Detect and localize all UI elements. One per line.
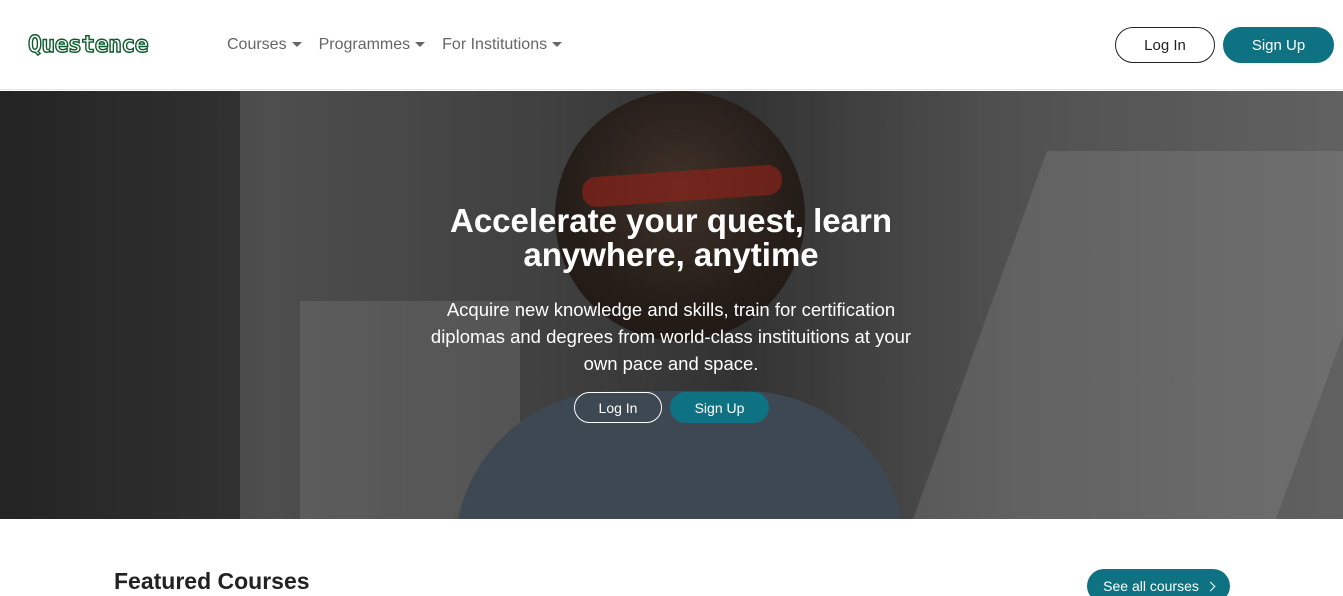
login-button[interactable]: Log In: [1115, 27, 1215, 63]
hero-title: Accelerate your quest, learn anywhere, a…: [449, 202, 893, 273]
nav-programmes-label: Programmes: [318, 36, 411, 53]
hero-subtitle: Acquire new knowledge and skills, train …: [430, 299, 912, 374]
caret-down-icon: [415, 41, 426, 47]
nav-programmes-dropdown[interactable]: Programmes: [319, 34, 426, 56]
chevron-right-icon: [1205, 581, 1216, 591]
nav-institutions-dropdown[interactable]: For Institutions: [442, 34, 563, 56]
see-all-courses-button[interactable]: See all courses: [1087, 569, 1230, 596]
caret-down-icon: [552, 41, 563, 47]
main-nav: Courses Programmes For Institutions: [227, 34, 563, 56]
top-navbar: Questence Courses Programmes For Institu…: [0, 0, 1343, 90]
see-all-courses-label: See all courses: [1103, 578, 1199, 594]
hero-signup-button[interactable]: Sign Up: [670, 392, 769, 423]
hero-banner: Accelerate your quest, learn anywhere, a…: [0, 91, 1343, 519]
nav-courses-label: Courses: [227, 36, 287, 53]
questence-logo[interactable]: Questence: [27, 31, 149, 59]
nav-courses-dropdown[interactable]: Courses: [227, 34, 302, 56]
hero-login-button[interactable]: Log In: [574, 392, 662, 423]
caret-down-icon: [291, 41, 302, 47]
signup-button[interactable]: Sign Up: [1223, 27, 1334, 63]
nav-institutions-label: For Institutions: [442, 36, 548, 53]
featured-courses-heading: Featured Courses: [114, 568, 310, 594]
